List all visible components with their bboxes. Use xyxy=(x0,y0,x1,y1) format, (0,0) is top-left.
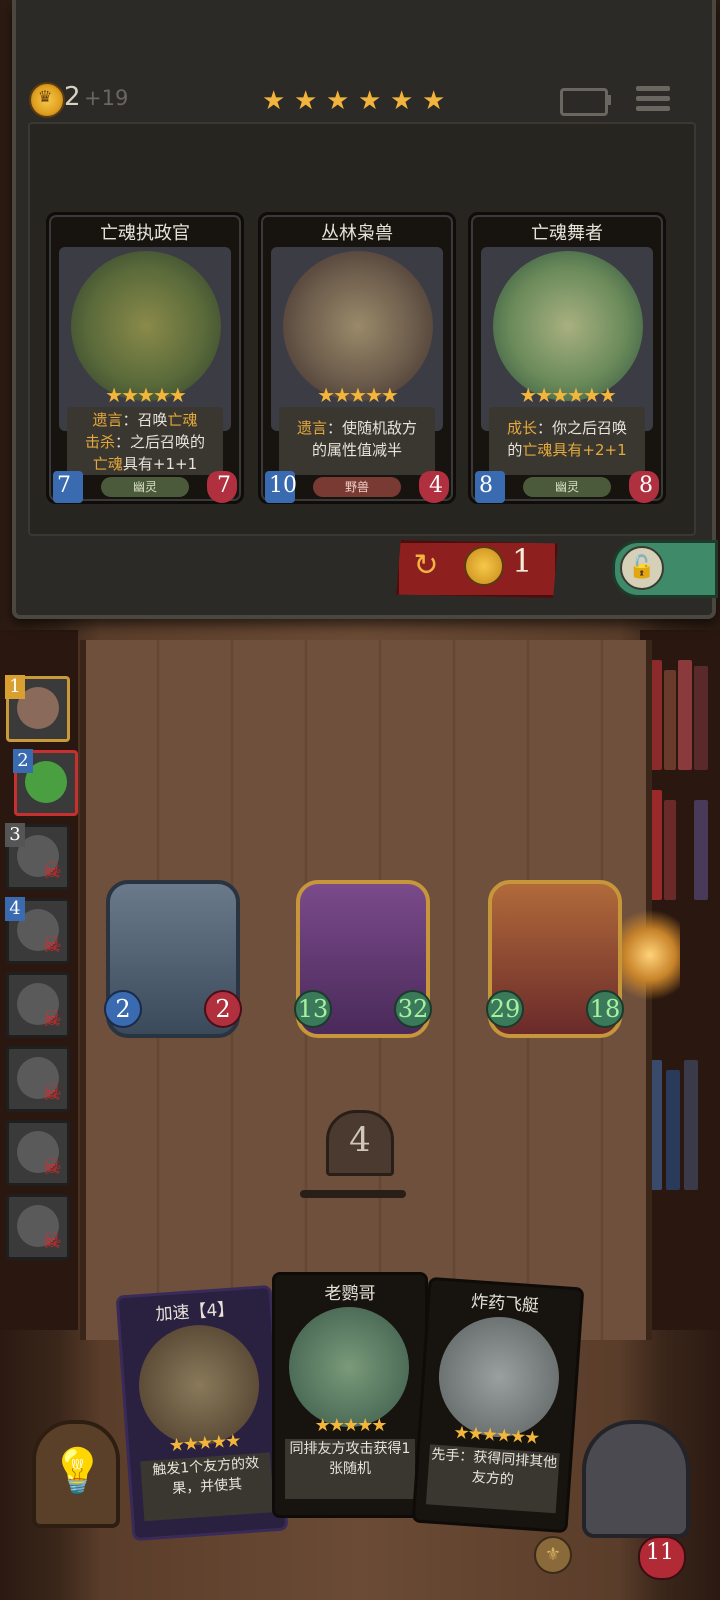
tier-star-icon: ★ xyxy=(326,86,350,116)
discover-token-icon[interactable]: ⚜ xyxy=(534,1536,572,1574)
card-description: 遗言：召唤亡魂 击杀：之后召唤的 亡魂具有+1+1 xyxy=(67,407,223,475)
gold-income: +19 xyxy=(84,86,129,110)
skull-icon: ☠ xyxy=(42,1081,62,1106)
hand-card-haste[interactable]: 加速【4】 ★★★★★ 触发1个友方的效果，并使其 xyxy=(115,1284,289,1542)
tier-star-icon: ★ xyxy=(358,86,382,116)
card-title: 亡魂舞者 xyxy=(531,223,603,244)
opponent-slot-8[interactable]: ☠ xyxy=(6,1194,70,1260)
menu-button[interactable] xyxy=(632,80,676,120)
unit-attack: 29 xyxy=(486,990,524,1028)
card-attack: 10 xyxy=(269,473,297,498)
tier-star-icon: ★ xyxy=(422,86,446,116)
lightbulb-icon: 💡 xyxy=(50,1446,105,1497)
refresh-icon: ↻ xyxy=(413,548,439,583)
menu-icon xyxy=(636,86,670,91)
turn-progress-bar xyxy=(300,1190,406,1198)
star-rating: ★★★★★ xyxy=(317,383,399,407)
hero-health: 11 xyxy=(646,1540,674,1565)
skull-icon: ☠ xyxy=(42,1229,62,1254)
lantern-icon xyxy=(620,900,680,1010)
shop-card-jungle-owlbeast[interactable]: 丛林枭兽 ★★★★★ 遗言：使随机敌方 的属性值减半 10 野兽 4 xyxy=(258,212,456,504)
opponent-slot-2[interactable]: 2 xyxy=(13,749,78,816)
skull-icon: ☠ xyxy=(42,859,62,884)
hand-card-dynamite-airship[interactable]: 炸药飞艇 ★★★★★★ 先手：获得同排其他友方的 xyxy=(411,1276,585,1534)
tier-star-icon: ★ xyxy=(390,86,414,116)
shop-card-wraith-dancer[interactable]: 亡魂舞者 ★★★★★★ 成长：你之后召唤 的亡魂具有+2+1 8 幽灵 8 xyxy=(468,212,666,504)
star-rating: ★★★★★ xyxy=(105,383,187,407)
refresh-cost: 1 xyxy=(512,542,533,580)
tier-star-icon: ★ xyxy=(262,86,286,116)
card-description: 触发1个友方的效果，并使其 xyxy=(140,1452,275,1522)
tier-star-icon: ★ xyxy=(294,86,318,116)
battery-cap xyxy=(607,95,611,105)
player-hero-portrait[interactable] xyxy=(582,1420,690,1538)
crown-icon: ♛ xyxy=(37,87,53,106)
star-rating: ★★★★★ xyxy=(314,1415,388,1436)
opponent-slot-7[interactable]: ☠ xyxy=(6,1120,70,1186)
card-attack: 7 xyxy=(57,473,71,498)
skull-icon: ☠ xyxy=(42,1007,62,1032)
hand-card-old-parrot[interactable]: 老鹦哥 ★★★★★ 同排友方攻击获得1张随机 xyxy=(272,1272,428,1518)
unit-health: 18 xyxy=(586,990,624,1028)
unit-attack: 2 xyxy=(104,990,142,1028)
card-title: 炸药飞艇 xyxy=(470,1291,540,1317)
board-unit-robot[interactable]: 2 2 xyxy=(104,880,242,1038)
slot-number: 3 xyxy=(5,823,25,847)
card-title: 丛林枭兽 xyxy=(321,223,393,244)
opponent-slot-3[interactable]: 3 ☠ xyxy=(5,823,70,890)
gold-amount: 2 xyxy=(64,82,81,112)
card-health: 4 xyxy=(429,473,443,498)
card-description: 先手：获得同排其他友方的 xyxy=(425,1444,560,1514)
slot-number: 1 xyxy=(5,675,25,699)
slot-number: 2 xyxy=(13,749,33,773)
skull-icon: ☠ xyxy=(42,1155,62,1180)
card-description: 同排友方攻击获得1张随机 xyxy=(285,1439,415,1499)
card-art xyxy=(289,1307,409,1427)
card-attack: 8 xyxy=(479,473,493,498)
unit-health: 32 xyxy=(394,990,432,1028)
card-art xyxy=(283,251,433,401)
turn-number: 4 xyxy=(349,1120,371,1160)
card-art xyxy=(493,251,643,401)
card-title: 老鹦哥 xyxy=(324,1284,376,1304)
unit-attack: 13 xyxy=(294,990,332,1028)
unit-health: 2 xyxy=(204,990,242,1028)
star-rating: ★★★★★★ xyxy=(519,383,617,407)
lock-icon: 🔓 xyxy=(620,546,664,590)
tribe-badge: 野兽 xyxy=(313,477,401,497)
opponent-slot-1[interactable]: 1 xyxy=(5,675,70,742)
battery-icon xyxy=(560,88,608,116)
board-unit-clown[interactable]: 29 18 xyxy=(486,880,624,1038)
shop-card-wraith-archon[interactable]: 亡魂执政官 ★★★★★ 遗言：召唤亡魂 击杀：之后召唤的 亡魂具有+1+1 7 … xyxy=(46,212,244,504)
opponent-slot-6[interactable]: ☠ xyxy=(6,1046,70,1112)
board-unit-rat[interactable]: 13 32 xyxy=(294,880,432,1038)
gold-coin-icon xyxy=(464,546,504,586)
opponent-slot-4[interactable]: 4 ☠ xyxy=(5,897,70,964)
skull-icon: ☠ xyxy=(42,933,62,958)
tribe-badge: 幽灵 xyxy=(101,477,189,497)
slot-number: 4 xyxy=(5,897,25,921)
card-health: 8 xyxy=(639,473,653,498)
opponent-slot-5[interactable]: ☠ xyxy=(6,972,70,1038)
card-title: 亡魂执政官 xyxy=(100,223,190,244)
tribe-badge: 幽灵 xyxy=(523,477,611,497)
card-description: 遗言：使随机敌方 的属性值减半 xyxy=(279,407,435,475)
card-art xyxy=(71,251,221,401)
card-title: 加速【4】 xyxy=(154,1299,235,1325)
card-health: 7 xyxy=(217,473,231,498)
card-description: 成长：你之后召唤 的亡魂具有+2+1 xyxy=(489,407,645,475)
